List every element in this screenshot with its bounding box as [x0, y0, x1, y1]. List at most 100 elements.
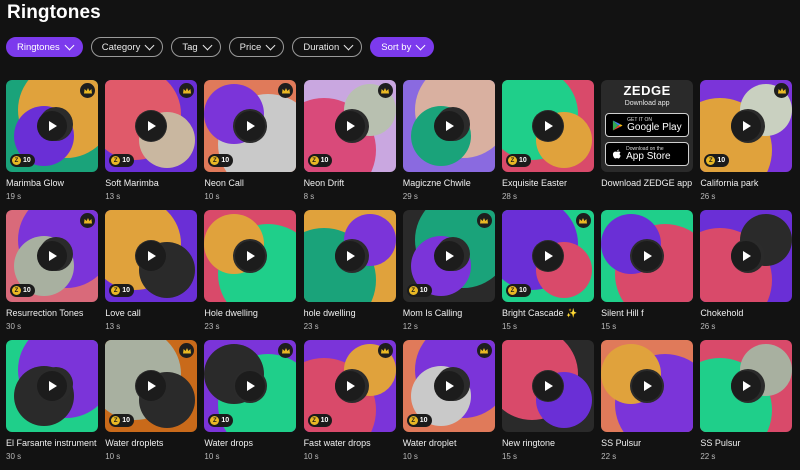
ringtone-card[interactable]: Silent Hill f 15 s — [601, 210, 694, 340]
ringtone-thumbnail[interactable]: Z 10 — [303, 80, 396, 172]
ringtone-thumbnail[interactable]: Z 10 — [501, 210, 594, 302]
filter-price-button[interactable]: Price — [228, 37, 285, 57]
ringtone-card[interactable]: Magiczne Chwile 29 s — [402, 80, 495, 210]
ringtone-thumbnail[interactable]: Z 10 — [501, 80, 594, 172]
ringtone-title[interactable]: SS Pulsur — [700, 438, 740, 448]
ringtone-thumbnail[interactable] — [303, 210, 396, 302]
filter-category-button[interactable]: Category — [90, 37, 164, 57]
ringtone-duration: 19 s — [6, 192, 22, 201]
ringtone-duration: 30 s — [6, 452, 22, 461]
ringtone-card[interactable]: Z 10 Fast water drops 10 s — [303, 340, 396, 470]
filter-tag-button[interactable]: Tag — [171, 37, 221, 57]
ringtone-title[interactable]: Water drops — [204, 438, 253, 448]
filter-label: Duration — [303, 41, 340, 53]
ringtone-thumbnail[interactable]: Z 10 — [402, 210, 495, 302]
ringtone-card[interactable]: Z 10 Neon Drift 8 s — [303, 80, 396, 210]
ringtone-title[interactable]: Soft Marimba — [105, 178, 159, 188]
play-button[interactable] — [136, 371, 167, 401]
download-app-link[interactable]: Download ZEDGE app — [601, 178, 692, 188]
filter-ringtones-button[interactable]: Ringtones — [6, 37, 83, 57]
ringtone-card[interactable]: El Farsante instrument 30 s — [6, 340, 98, 470]
play-button[interactable] — [334, 371, 365, 401]
play-button[interactable] — [532, 371, 563, 401]
ringtone-title[interactable]: Water droplet — [403, 438, 457, 448]
ringtone-title[interactable]: Hole dwelling — [204, 308, 258, 318]
sort-by-button[interactable]: Sort by — [370, 37, 435, 57]
ringtone-title[interactable]: Silent Hill f — [601, 308, 644, 318]
ringtone-thumbnail[interactable] — [601, 340, 694, 432]
ringtone-title[interactable]: SS Pulsur — [601, 438, 641, 448]
play-button[interactable] — [37, 241, 67, 271]
ringtone-title[interactable]: Magiczne Chwile — [403, 178, 471, 188]
play-button[interactable] — [37, 111, 67, 141]
ringtone-card[interactable]: hole dwelling 23 s — [303, 210, 396, 340]
ringtone-thumbnail[interactable] — [601, 210, 694, 302]
ringtone-thumbnail[interactable]: Z 10 — [105, 210, 198, 302]
ringtone-title[interactable]: Neon Call — [204, 178, 244, 188]
ringtone-title[interactable]: Mom Is Calling — [403, 308, 463, 318]
ringtone-thumbnail[interactable]: Z 10 — [6, 80, 98, 172]
ringtone-card[interactable]: Chokehold 26 s — [700, 210, 793, 340]
ringtone-card[interactable]: Hole dwelling 23 s — [204, 210, 297, 340]
filter-duration-button[interactable]: Duration — [292, 37, 363, 57]
ringtone-card[interactable]: Z 10 Neon Call 10 s — [204, 80, 297, 210]
ringtone-thumbnail[interactable]: Z 10 — [303, 340, 396, 432]
ringtone-card[interactable]: Z 10 Mom Is Calling 12 s — [402, 210, 495, 340]
ringtone-title[interactable]: California park — [700, 178, 758, 188]
ringtone-thumbnail[interactable]: Z 10 — [204, 80, 297, 172]
ringtone-title[interactable]: New ringtone — [502, 438, 555, 448]
play-button[interactable] — [37, 371, 67, 401]
download-app-card[interactable]: ZEDGE Download app GET IT ON Google Play … — [601, 80, 694, 210]
play-button[interactable] — [632, 371, 663, 401]
ringtone-thumbnail[interactable] — [204, 210, 297, 302]
play-button[interactable] — [632, 241, 663, 271]
ringtone-card[interactable]: Z 10 Resurrection Tones 30 s — [6, 210, 98, 340]
ringtone-card[interactable]: Z 10 California park 26 s — [700, 80, 793, 210]
ringtone-card[interactable]: Z 10 Exquisite Easter 28 s — [501, 80, 594, 210]
ringtone-thumbnail[interactable] — [6, 340, 98, 432]
ringtone-title[interactable]: Water droplets — [105, 438, 163, 448]
ringtone-thumbnail[interactable]: Z 10 — [6, 210, 98, 302]
ringtone-thumbnail[interactable]: Z 10 — [402, 340, 495, 432]
ringtone-card[interactable]: Z 10 Marimba Glow 19 s — [6, 80, 98, 210]
ringtone-card[interactable]: SS Pulsur 22 s — [700, 340, 793, 470]
ringtone-thumbnail[interactable]: Z 10 — [105, 80, 198, 172]
ringtone-thumbnail[interactable]: Z 10 — [204, 340, 297, 432]
play-button[interactable] — [136, 241, 167, 271]
play-button[interactable] — [334, 241, 365, 271]
ringtone-title[interactable]: Chokehold — [700, 308, 743, 318]
ringtone-thumbnail[interactable] — [700, 340, 793, 432]
ringtone-title[interactable]: Exquisite Easter — [502, 178, 567, 188]
play-button[interactable] — [433, 241, 464, 271]
ringtone-thumbnail[interactable]: Z 10 — [700, 80, 793, 172]
ringtone-card[interactable]: Z 10 Love call 13 s — [105, 210, 198, 340]
ringtone-title[interactable]: Marimba Glow — [6, 178, 64, 188]
ringtone-title[interactable]: Resurrection Tones — [6, 308, 83, 318]
app-store-button[interactable]: Download on the App Store — [605, 142, 690, 166]
google-play-button[interactable]: GET IT ON Google Play — [605, 113, 690, 137]
ringtone-card[interactable]: New ringtone 15 s — [501, 340, 594, 470]
ringtone-card[interactable]: Z 10 Water droplet 10 s — [402, 340, 495, 470]
ringtone-title[interactable]: Neon Drift — [304, 178, 345, 188]
ringtone-thumbnail[interactable] — [700, 210, 793, 302]
ringtone-card[interactable]: Z 10 Soft Marimba 13 s — [105, 80, 198, 210]
ringtone-title[interactable]: Love call — [105, 308, 141, 318]
play-button[interactable] — [532, 111, 563, 141]
ringtone-thumbnail[interactable]: Z 10 — [105, 340, 198, 432]
play-button[interactable] — [433, 371, 464, 401]
play-icon — [445, 381, 454, 391]
play-button[interactable] — [532, 241, 563, 271]
ringtone-thumbnail[interactable] — [402, 80, 495, 172]
ringtone-title[interactable]: Bright Cascade ✨ — [502, 308, 577, 319]
ringtone-title[interactable]: El Farsante instrument — [6, 438, 97, 448]
ringtone-card[interactable]: SS Pulsur 22 s — [601, 340, 694, 470]
ringtone-title[interactable]: Fast water drops — [304, 438, 371, 448]
play-button[interactable] — [334, 111, 365, 141]
ringtone-card[interactable]: Z 10 Water droplets 10 s — [105, 340, 198, 470]
play-button[interactable] — [433, 111, 464, 141]
ringtone-thumbnail[interactable] — [501, 340, 594, 432]
ringtone-card[interactable]: Z 10 Water drops 10 s — [204, 340, 297, 470]
play-button[interactable] — [136, 111, 167, 141]
ringtone-card[interactable]: Z 10 Bright Cascade ✨ 15 s — [501, 210, 594, 340]
ringtone-title[interactable]: hole dwelling — [304, 308, 356, 318]
